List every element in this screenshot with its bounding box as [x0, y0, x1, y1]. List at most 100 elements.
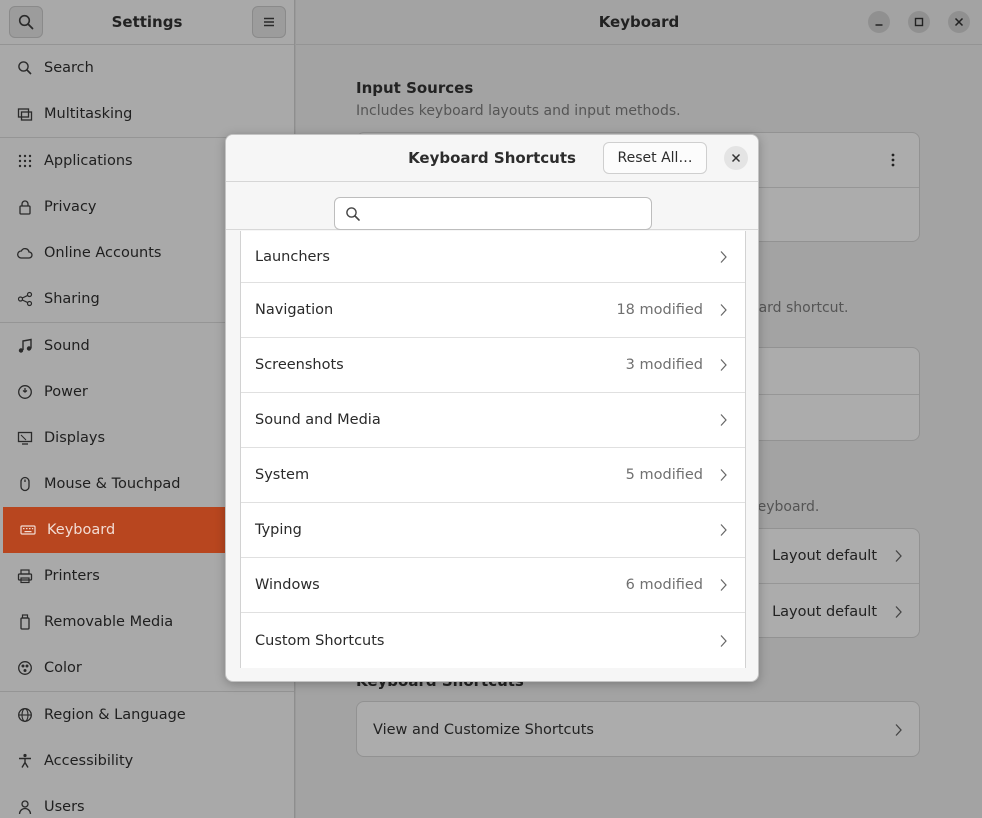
- users-icon: [16, 798, 34, 816]
- sidebar-item-label: Accessibility: [44, 753, 134, 769]
- category-name: Screenshots: [255, 357, 344, 373]
- shortcut-search-input[interactable]: [367, 205, 651, 222]
- maximize-button[interactable]: [908, 11, 930, 33]
- chevron-right-icon: [895, 550, 902, 562]
- printer-icon: [16, 567, 34, 585]
- sidebar-item-label: Displays: [44, 430, 106, 446]
- chevron-right-icon: [720, 524, 727, 536]
- sidebar-item-multitasking[interactable]: Multitasking: [0, 91, 294, 137]
- category-name: Navigation: [255, 302, 334, 318]
- modified-count: 18 modified: [616, 302, 703, 318]
- sidebar-item-users[interactable]: Users: [0, 784, 294, 818]
- sidebar-item-label: Search: [44, 60, 94, 76]
- color-icon: [16, 659, 34, 677]
- sidebar-item-label: Online Accounts: [44, 245, 162, 261]
- shortcut-category-row[interactable]: Windows 6 modified: [241, 558, 745, 613]
- sidebar-item-label: Region & Language: [44, 707, 186, 723]
- category-name: Windows: [255, 577, 320, 593]
- modified-count: 5 modified: [625, 467, 703, 483]
- chevron-right-icon: [720, 579, 727, 591]
- multitasking-icon: [16, 105, 34, 123]
- display-icon: [16, 429, 34, 447]
- chevron-right-icon: [720, 469, 727, 481]
- sidebar-item-label: Sharing: [44, 291, 100, 307]
- sidebar-item-accessibility[interactable]: Accessibility: [0, 738, 294, 784]
- shortcut-category-row[interactable]: Navigation 18 modified: [241, 283, 745, 338]
- input-sources-subtitle: Includes keyboard layouts and input meth…: [356, 103, 681, 119]
- view-customize-shortcuts-row[interactable]: View and Customize Shortcuts: [357, 702, 919, 757]
- view-customize-shortcuts-label: View and Customize Shortcuts: [373, 721, 594, 738]
- partial-subtitle-shortcut: oard shortcut.: [750, 300, 849, 316]
- sidebar-item-search[interactable]: Search: [0, 45, 294, 91]
- chevron-right-icon: [720, 250, 727, 263]
- shortcut-categories-list: Launchers Navigation 18 modified Screenshot…: [240, 231, 746, 668]
- shortcut-category-row[interactable]: Typing: [241, 503, 745, 558]
- shortcut-category-row[interactable]: System 5 modified: [241, 448, 745, 503]
- modified-count: 3 modified: [625, 357, 703, 373]
- dialog-header: Keyboard Shortcuts Reset All…: [226, 135, 758, 182]
- sidebar-item-label: Color: [44, 660, 82, 676]
- sidebar-item-label: Applications: [44, 153, 133, 169]
- sidebar-item-label: Multitasking: [44, 106, 133, 122]
- keyboard-icon: [19, 521, 37, 539]
- shortcut-category-row[interactable]: Screenshots 3 modified: [241, 338, 745, 393]
- power-icon: [16, 383, 34, 401]
- reset-all-button[interactable]: Reset All…: [603, 142, 707, 174]
- sidebar-item-label: Users: [44, 799, 85, 815]
- shortcut-search-field[interactable]: [334, 197, 652, 230]
- keyboard-shortcuts-dialog: Keyboard Shortcuts Reset All… Launchers N…: [225, 134, 759, 682]
- shortcut-category-row[interactable]: Sound and Media: [241, 393, 745, 448]
- layout-value: Layout default: [772, 603, 877, 620]
- dialog-close-button[interactable]: [724, 146, 748, 170]
- sidebar-item-label: Sound: [44, 338, 90, 354]
- modified-count: 6 modified: [625, 577, 703, 593]
- sidebar-header: Settings: [0, 0, 294, 45]
- shortcut-category-row[interactable]: Custom Shortcuts: [241, 613, 745, 668]
- chevron-right-icon: [720, 359, 727, 371]
- close-icon: [731, 153, 741, 163]
- sidebar-item-label: Mouse & Touchpad: [44, 476, 181, 492]
- category-name: System: [255, 467, 310, 483]
- sharing-icon: [16, 290, 34, 308]
- category-name: Sound and Media: [255, 412, 381, 428]
- shortcuts-card: View and Customize Shortcuts: [356, 701, 920, 757]
- layout-value: Layout default: [772, 548, 877, 564]
- privacy-icon: [16, 198, 34, 216]
- chevron-right-icon: [720, 634, 727, 647]
- removable-media-icon: [16, 613, 34, 631]
- sidebar-item-label: Privacy: [44, 199, 97, 215]
- sidebar-item-label: Keyboard: [47, 522, 116, 538]
- chevron-right-icon: [720, 414, 727, 426]
- category-name: Typing: [255, 522, 302, 538]
- music-note-icon: [16, 337, 34, 355]
- input-sources-title: Input Sources: [356, 79, 474, 97]
- main-header: Keyboard: [296, 0, 982, 45]
- shortcut-categories-scroll[interactable]: Launchers Navigation 18 modified Screenshot…: [240, 231, 746, 668]
- globe-icon: [16, 706, 34, 724]
- partial-subtitle-keyboard: keyboard.: [750, 499, 820, 515]
- accessibility-icon: [16, 752, 34, 770]
- dialog-search-bar: [226, 182, 758, 230]
- applications-icon: [16, 152, 34, 170]
- category-name: Launchers: [255, 248, 330, 265]
- sidebar-item-label: Removable Media: [44, 614, 174, 630]
- category-name: Custom Shortcuts: [255, 632, 385, 649]
- minimize-icon: [875, 24, 883, 26]
- hamburger-menu-icon: [264, 17, 274, 27]
- close-icon: [954, 17, 964, 27]
- search-icon: [16, 59, 34, 77]
- search-icon: [346, 206, 360, 221]
- more-options-icon[interactable]: [891, 153, 895, 167]
- close-window-button[interactable]: [948, 11, 970, 33]
- chevron-right-icon: [895, 605, 902, 618]
- chevron-right-icon: [720, 304, 727, 316]
- shortcut-category-row[interactable]: Launchers: [241, 231, 745, 283]
- minimize-button[interactable]: [868, 11, 890, 33]
- settings-window: Settings Search Multitasking Applications P…: [0, 0, 982, 818]
- sidebar-item-label: Power: [44, 384, 88, 400]
- main-menu-button[interactable]: [252, 6, 286, 38]
- sidebar-title: Settings: [111, 13, 183, 31]
- sidebar-item-region-language[interactable]: Region & Language: [0, 692, 294, 738]
- chevron-right-icon: [895, 723, 902, 736]
- maximize-icon: [914, 17, 924, 27]
